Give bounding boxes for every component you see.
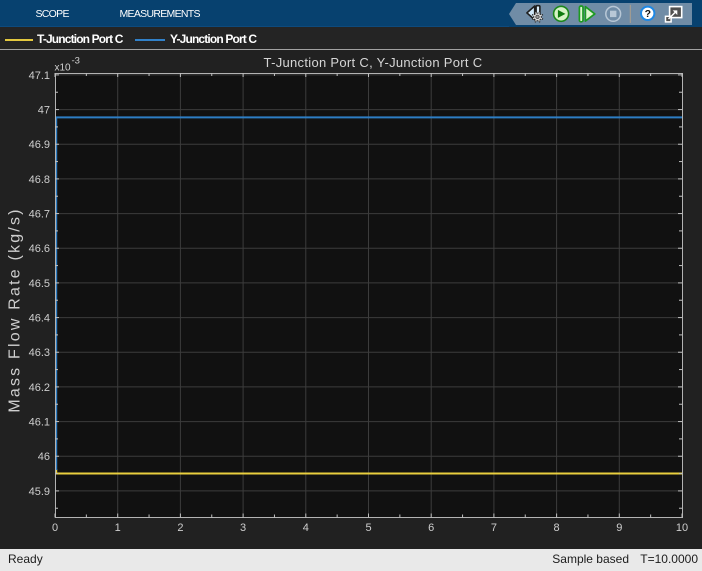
svg-text:46: 46 [38,451,50,463]
svg-text:47.1: 47.1 [29,70,50,82]
svg-text:?: ? [645,8,651,20]
svg-text:Mass Flow Rate (kg/s): Mass Flow Rate (kg/s) [7,207,24,412]
svg-text:47: 47 [38,105,50,117]
svg-text:8: 8 [554,522,560,534]
svg-text:T-Junction Port C, Y-Junction: T-Junction Port C, Y-Junction Port C [264,55,483,70]
svg-text:10: 10 [676,522,688,534]
svg-text:46.6: 46.6 [29,243,50,255]
svg-text:46.9: 46.9 [29,139,50,151]
svg-text:1: 1 [115,522,121,534]
svg-text:x10: x10 [55,63,72,74]
svg-text:4: 4 [303,522,309,534]
svg-text:2: 2 [177,522,183,534]
svg-text:46.3: 46.3 [29,347,50,359]
svg-text:46.5: 46.5 [29,278,50,290]
svg-text:46.4: 46.4 [29,313,50,325]
svg-text:46.8: 46.8 [29,174,50,186]
svg-text:46.7: 46.7 [29,209,50,221]
svg-text:6: 6 [428,522,434,534]
svg-text:46.2: 46.2 [29,382,50,394]
svg-text:3: 3 [240,522,246,534]
svg-text:5: 5 [365,522,371,534]
svg-text:0: 0 [52,522,58,534]
svg-text:45.9: 45.9 [29,486,50,498]
svg-text:7: 7 [491,522,497,534]
svg-text:46.1: 46.1 [29,417,50,429]
svg-text:9: 9 [616,522,622,534]
svg-text:-3: -3 [72,56,80,67]
